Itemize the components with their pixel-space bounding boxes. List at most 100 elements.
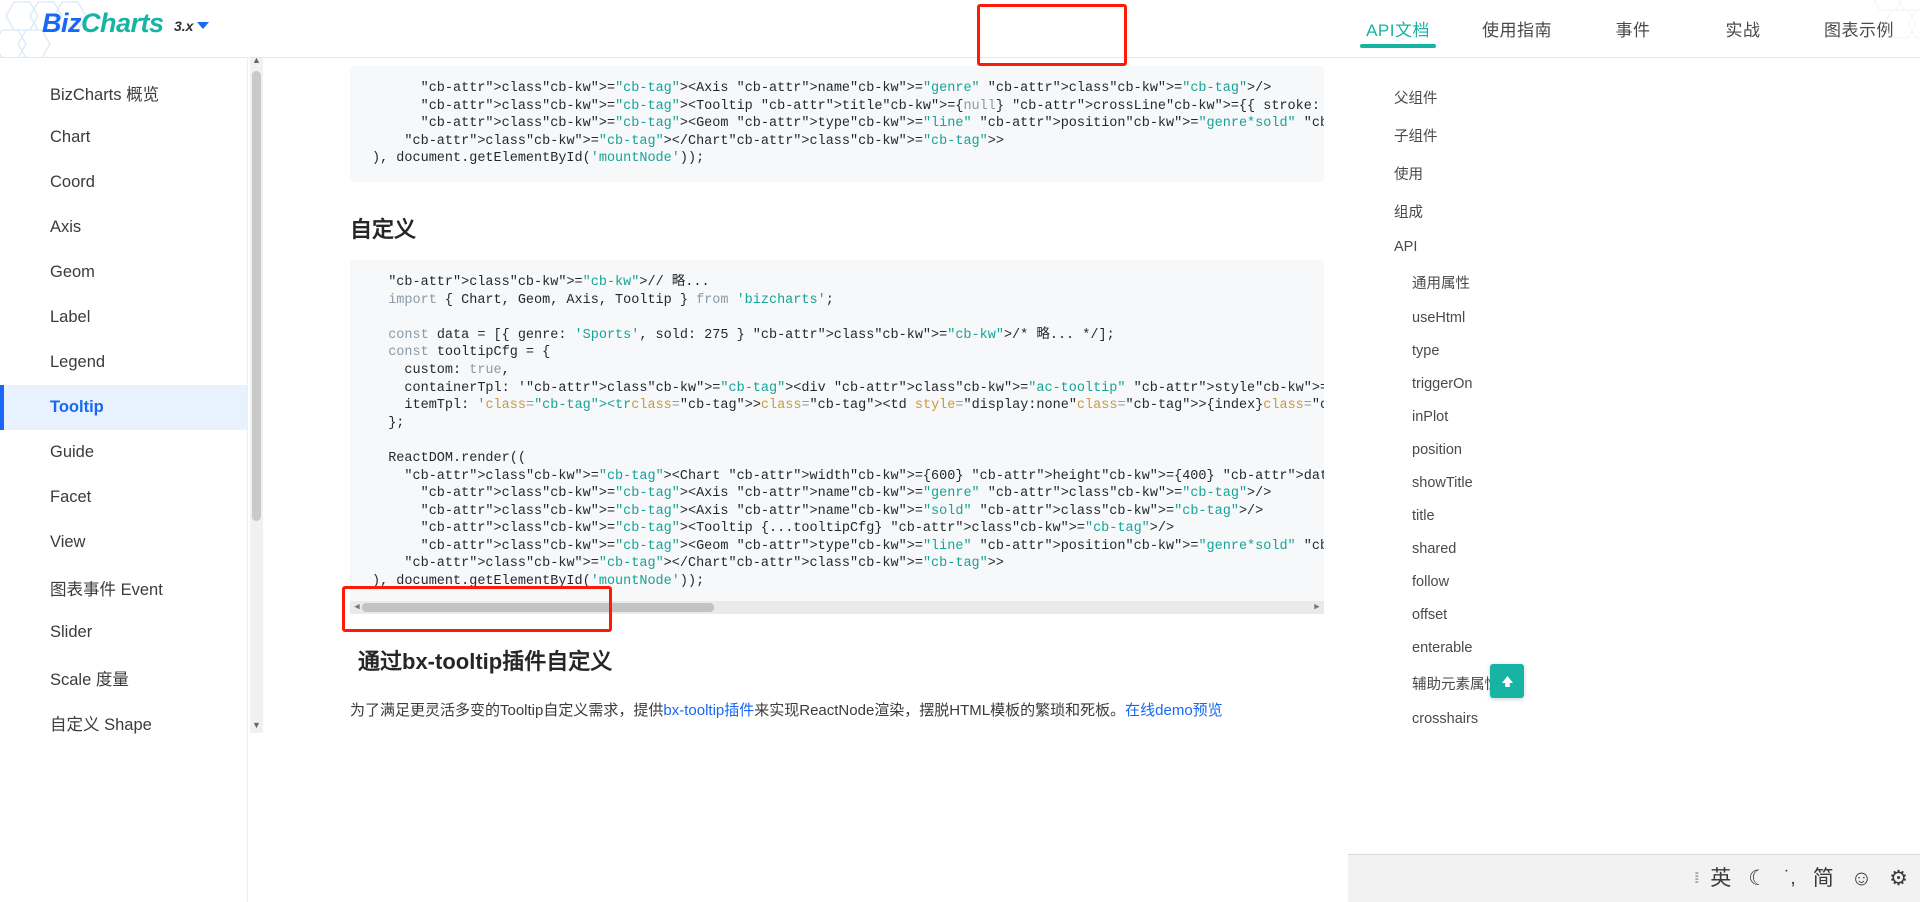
toc-label: position (1412, 441, 1462, 458)
sidebar-item-custom-shape[interactable]: 自定义 Shape (0, 700, 247, 745)
toc-label: 辅助元素属性 (1412, 676, 1499, 693)
sidebar-item-legend[interactable]: Legend (0, 340, 247, 385)
sidebar-scrollbar[interactable]: ▲ ▼ (250, 53, 263, 733)
toc-item-crosshairs[interactable]: crosshairs (1356, 702, 1566, 735)
back-to-top-button[interactable] (1490, 664, 1524, 698)
sidebar-label: Slider (50, 623, 93, 641)
paragraph-prefix: 为了满足更灵活多变的Tooltip自定义需求，提供 (350, 701, 664, 719)
sidebar-item-label[interactable]: Label (0, 295, 247, 340)
toc-label: follow (1412, 573, 1450, 590)
code-block-top-text: "cb-attr">class"cb-kw">="cb-tag"><Axis "… (372, 81, 1324, 167)
toc-item-type[interactable]: type (1356, 334, 1566, 367)
toc-item-shared[interactable]: shared (1356, 532, 1566, 565)
version-selector[interactable]: 3.x (174, 18, 210, 34)
arrow-up-icon (1501, 675, 1513, 687)
sidebar-item-slider[interactable]: Slider (0, 610, 247, 655)
toc-item-helper-props[interactable]: 辅助元素属性 (1356, 664, 1566, 702)
tab-events[interactable]: 事件 (1578, 0, 1688, 57)
chevron-down-icon (197, 22, 210, 29)
sidebar-label: View (50, 533, 86, 551)
toc-label: offset (1412, 606, 1448, 623)
ime-punctuation-mode-icon[interactable]: ˙, (1784, 869, 1796, 888)
sidebar-label: Facet (50, 488, 92, 506)
sidebar-label: Tooltip (50, 398, 104, 416)
link-online-demo[interactable]: 在线demo预览 (1125, 702, 1223, 719)
scroll-right-arrow-icon[interactable]: ▶ (1310, 601, 1324, 614)
sidebar-item-guide[interactable]: Guide (0, 430, 247, 475)
code-block-top: "cb-attr">class"cb-kw">="cb-tag"><Axis "… (350, 66, 1324, 182)
toc-item-child-component[interactable]: 子组件 (1356, 116, 1566, 154)
toc-item-parent-component[interactable]: 父组件 (1356, 78, 1566, 116)
code-horizontal-scrollbar[interactable]: ◀ ▶ (350, 600, 1324, 614)
ime-language-mode-icon[interactable]: 英 (1710, 868, 1731, 889)
site-logo[interactable]: BizCharts (42, 8, 164, 39)
toc-item-position[interactable]: position (1356, 433, 1566, 466)
toc-item-triggeron[interactable]: triggerOn (1356, 367, 1566, 400)
tab-events-label: 事件 (1615, 21, 1651, 40)
toc-label: 父组件 (1394, 90, 1438, 107)
toc-label: 子组件 (1394, 128, 1438, 145)
tab-api-docs[interactable]: API文档 (1340, 0, 1456, 57)
toc-item-usage[interactable]: 使用 (1356, 154, 1566, 192)
logo-biz-text: Biz (42, 8, 82, 38)
toc-label: inPlot (1412, 408, 1449, 425)
sidebar-item-tooltip[interactable]: Tooltip (0, 385, 247, 430)
ime-simplified-chinese-icon[interactable]: 简 (1813, 868, 1834, 889)
ime-emoji-icon[interactable]: ☺ (1851, 868, 1872, 889)
plugin-description-paragraph: 为了满足更灵活多变的Tooltip自定义需求，提供bx-tooltip插件来实现… (350, 698, 1324, 724)
toc-label: 使用 (1394, 166, 1423, 183)
sidebar-label: Geom (50, 263, 95, 281)
sidebar-item-axis[interactable]: Axis (0, 205, 247, 250)
docs-sidebar: BizCharts 概览 Chart Coord Axis Geom Label… (0, 58, 248, 902)
site-header: BizCharts 3.x API文档 使用指南 事件 实战 图表示例 (0, 0, 1920, 58)
section-heading-plugin: 通过bx-tooltip插件自定义 (358, 648, 613, 674)
sidebar-label: Guide (50, 443, 95, 461)
toc-label: 组成 (1394, 204, 1423, 221)
scroll-down-arrow-icon[interactable]: ▼ (250, 718, 263, 733)
logo-charts-text: Charts (81, 8, 164, 38)
sidebar-item-overview[interactable]: BizCharts 概览 (0, 70, 247, 115)
sidebar-item-chart-event[interactable]: 图表事件 Event (0, 565, 247, 610)
sidebar-item-coord[interactable]: Coord (0, 160, 247, 205)
toc-label: title (1412, 507, 1435, 524)
toc-label: triggerOn (1412, 375, 1473, 392)
toc-item-showtitle[interactable]: showTitle (1356, 466, 1566, 499)
sidebar-label: Scale 度量 (50, 670, 129, 689)
code-scrollbar-thumb[interactable] (362, 602, 714, 612)
toc-label: API (1394, 238, 1418, 255)
toc-item-usehtml[interactable]: useHtml (1356, 301, 1566, 334)
sidebar-item-chart[interactable]: Chart (0, 115, 247, 160)
toc-item-inplot[interactable]: inPlot (1356, 400, 1566, 433)
toc-item-composition[interactable]: 组成 (1356, 192, 1566, 230)
sidebar-item-scale[interactable]: Scale 度量 (0, 655, 247, 700)
link-bx-tooltip-plugin[interactable]: bx-tooltip插件 (663, 702, 754, 719)
toc-item-follow[interactable]: follow (1356, 565, 1566, 598)
toc-item-api[interactable]: API (1356, 230, 1566, 263)
tab-usage-guide-label: 使用指南 (1482, 21, 1552, 40)
sidebar-scrollbar-thumb[interactable] (252, 71, 261, 521)
sidebar-label: Coord (50, 173, 95, 191)
sidebar-item-facet[interactable]: Facet (0, 475, 247, 520)
version-label: 3.x (174, 18, 194, 34)
tab-usage-guide[interactable]: 使用指南 (1456, 0, 1578, 57)
toc-label: showTitle (1412, 474, 1473, 491)
toc-item-offset[interactable]: offset (1356, 598, 1566, 631)
toc-item-enterable[interactable]: enterable (1356, 631, 1566, 664)
paragraph-middle: 来实现ReactNode渲染，摆脱HTML模板的繁琐和死板。 (754, 701, 1126, 719)
toc-label: shared (1412, 540, 1457, 557)
sidebar-item-geom[interactable]: Geom (0, 250, 247, 295)
right-page-background (1566, 58, 1920, 902)
ime-drag-handle[interactable]: ⦙⦙ (1695, 870, 1700, 887)
sidebar-label: 图表事件 Event (50, 580, 163, 599)
toc-label: enterable (1412, 639, 1473, 656)
toc-item-common-props[interactable]: 通用属性 (1356, 263, 1566, 301)
sidebar-label: Label (50, 308, 91, 326)
ime-settings-gear-icon[interactable]: ⚙ (1889, 868, 1908, 889)
sidebar-label: Chart (50, 128, 91, 146)
toc-item-title[interactable]: title (1356, 499, 1566, 532)
tab-practice[interactable]: 实战 (1688, 0, 1798, 57)
sidebar-item-view[interactable]: View (0, 520, 247, 565)
ime-moon-mode-icon[interactable]: ☾ (1748, 868, 1767, 889)
tab-practice-label: 实战 (1725, 21, 1761, 40)
code-block-custom-text: "cb-attr">class"cb-kw">="cb-kw">// 略... … (372, 274, 1324, 590)
